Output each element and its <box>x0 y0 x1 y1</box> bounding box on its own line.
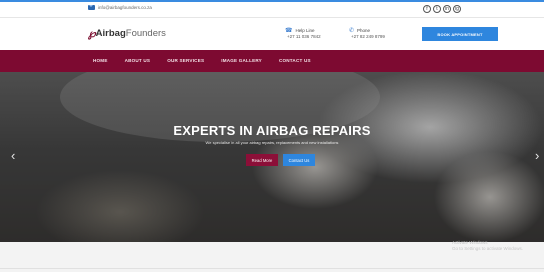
slider-next-arrow-icon[interactable]: › <box>535 148 539 163</box>
book-appointment-button[interactable]: BOOK APPOINTMENT <box>422 27 498 41</box>
bottom-divider <box>0 268 544 269</box>
site-logo[interactable]: ℘ Airbag Founders <box>88 27 166 40</box>
slider-prev-arrow-icon[interactable]: ‹ <box>11 148 15 163</box>
mail-icon <box>88 5 95 10</box>
linkedin-icon[interactable]: in <box>443 5 451 13</box>
top-bar: info@airbagfounders.co.za f t in ig <box>0 2 544 18</box>
hero-headline: EXPERTS IN AIRBAG REPAIRS <box>173 123 371 138</box>
helpline-contact: ☎ Help Line +27 11 036 7842 <box>285 28 321 40</box>
logo-text-light: Founders <box>125 28 166 39</box>
phone-contact: ✆ Phone +27 82 249 8799 <box>349 28 385 40</box>
read-more-button[interactable]: Read More <box>246 154 278 166</box>
email-text[interactable]: info@airbagfounders.co.za <box>98 5 152 10</box>
hero-subline: We specialise in all your airbag repairs… <box>205 140 339 145</box>
nav-home[interactable]: HOME <box>93 58 108 63</box>
social-links: f t in ig <box>423 5 461 13</box>
helpline-value[interactable]: +27 11 036 7842 <box>285 34 321 40</box>
phone-value[interactable]: +27 82 249 8799 <box>349 34 385 40</box>
nav-about-us[interactable]: ABOUT US <box>125 58 151 63</box>
activate-windows-watermark: Activate Windows Go to Settings to activ… <box>452 240 523 252</box>
facebook-icon[interactable]: f <box>423 5 431 13</box>
site-header: ℘ Airbag Founders ☎ Help Line +27 11 036 … <box>0 18 544 50</box>
instagram-icon[interactable]: ig <box>453 5 461 13</box>
logo-text-bold: Airbag <box>95 28 126 39</box>
nav-our-services[interactable]: OUR SERVICES <box>167 58 204 63</box>
phone-label: Phone <box>357 28 371 33</box>
main-nav: HOME ABOUT US OUR SERVICES IMAGE GALLERY… <box>0 50 544 72</box>
logo-mark-icon: ℘ <box>88 28 96 40</box>
contact-us-button[interactable]: Contact Us <box>283 154 315 166</box>
hero-banner: EXPERTS IN AIRBAG REPAIRS We specialise … <box>0 72 544 242</box>
nav-image-gallery[interactable]: IMAGE GALLERY <box>221 58 262 63</box>
email-contact[interactable]: info@airbagfounders.co.za <box>88 5 152 10</box>
helpline-label: Help Line <box>295 28 315 33</box>
watermark-line2: Go to Settings to activate Windows. <box>452 246 524 251</box>
nav-contact-us[interactable]: CONTACT US <box>279 58 311 63</box>
twitter-icon[interactable]: t <box>433 5 441 13</box>
